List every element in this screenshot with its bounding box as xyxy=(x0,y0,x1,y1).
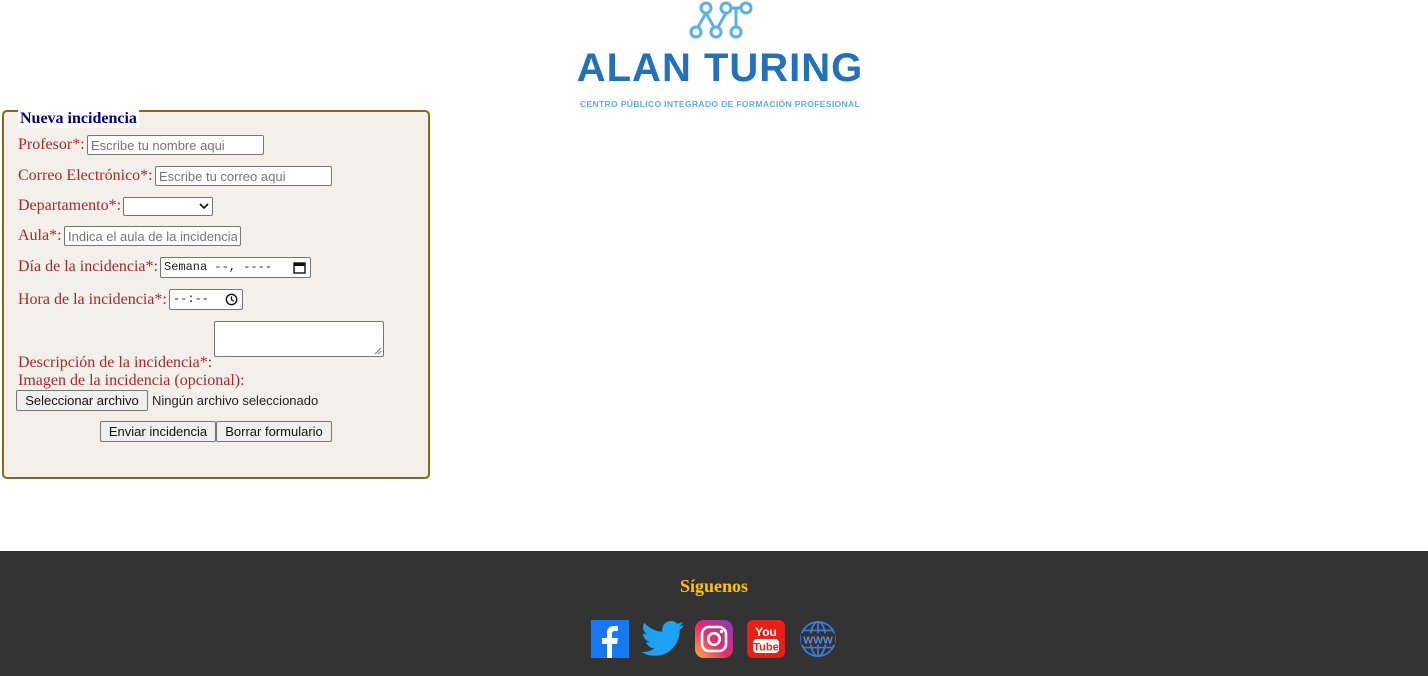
logo-wordmark: ALAN TURING xyxy=(576,46,864,90)
footer-title: Síguenos xyxy=(679,576,749,596)
footer: Síguenos You Tube WWW xyxy=(0,551,1428,676)
dia-value: Semana --, ---- xyxy=(164,260,273,274)
alan-turing-logo: ALAN TURING CENTRO PÚBLICO INTEGRADO DE … xyxy=(570,0,870,112)
logo-network-icon xyxy=(689,1,753,39)
facebook-icon[interactable] xyxy=(591,620,629,658)
correo-row: Correo Electrónico*: xyxy=(18,167,153,185)
aula-row: Aula*: xyxy=(18,227,62,245)
imagen-row: Imagen de la incidencia (opcional): xyxy=(18,372,245,390)
departamento-select[interactable] xyxy=(123,197,213,216)
instagram-icon[interactable] xyxy=(695,620,733,658)
chevron-down-icon xyxy=(199,203,209,210)
hora-value: --:-- xyxy=(173,292,210,306)
aula-label: Aula*: xyxy=(18,227,62,244)
calendar-icon[interactable] xyxy=(293,261,306,274)
aula-input[interactable] xyxy=(64,226,241,246)
twitter-icon[interactable] xyxy=(641,620,685,658)
departamento-row: Departamento*: xyxy=(18,197,121,215)
logo-tagline: CENTRO PÚBLICO INTEGRADO DE FORMACIÓN PR… xyxy=(579,99,861,109)
descripcion-label: Descripción de la incidencia*: xyxy=(18,354,213,371)
hora-row: Hora de la incidencia*: xyxy=(18,291,167,309)
correo-label: Correo Electrónico*: xyxy=(18,167,153,184)
imagen-label: Imagen de la incidencia (opcional): xyxy=(18,372,245,389)
youtube-icon[interactable]: You Tube xyxy=(747,620,785,658)
correo-input[interactable] xyxy=(155,166,332,186)
resize-grip-icon[interactable] xyxy=(374,347,382,355)
descripcion-textarea[interactable] xyxy=(214,321,384,357)
svg-text:You: You xyxy=(755,625,777,639)
svg-text:WWW: WWW xyxy=(803,635,833,646)
borrar-formulario-button[interactable]: Borrar formulario xyxy=(216,421,332,442)
dia-row: Día de la incidencia*: xyxy=(18,258,158,276)
profesor-input[interactable] xyxy=(87,135,264,155)
clock-icon[interactable] xyxy=(225,293,238,306)
hora-label: Hora de la incidencia*: xyxy=(18,291,167,308)
profesor-label: Profesor*: xyxy=(18,136,85,153)
profesor-row: Profesor*: xyxy=(18,136,85,154)
form-legend: Nueva incidencia xyxy=(18,110,139,128)
svg-text:Tube: Tube xyxy=(753,642,778,654)
departamento-label: Departamento*: xyxy=(18,197,122,214)
descripcion-row: Descripción de la incidencia*: xyxy=(18,354,212,372)
file-status-text: Ningún archivo seleccionado xyxy=(152,393,319,408)
hora-input[interactable]: --:-- xyxy=(169,289,243,310)
incidencia-form: Nueva incidencia Profesor*: Correo Elect… xyxy=(2,110,430,479)
dia-label: Día de la incidencia*: xyxy=(18,258,158,275)
enviar-incidencia-button[interactable]: Enviar incidencia xyxy=(100,421,216,442)
dia-week-input[interactable]: Semana --, ---- xyxy=(160,257,311,278)
seleccionar-archivo-button[interactable]: Seleccionar archivo xyxy=(16,390,148,411)
website-icon[interactable]: WWW xyxy=(798,620,838,658)
